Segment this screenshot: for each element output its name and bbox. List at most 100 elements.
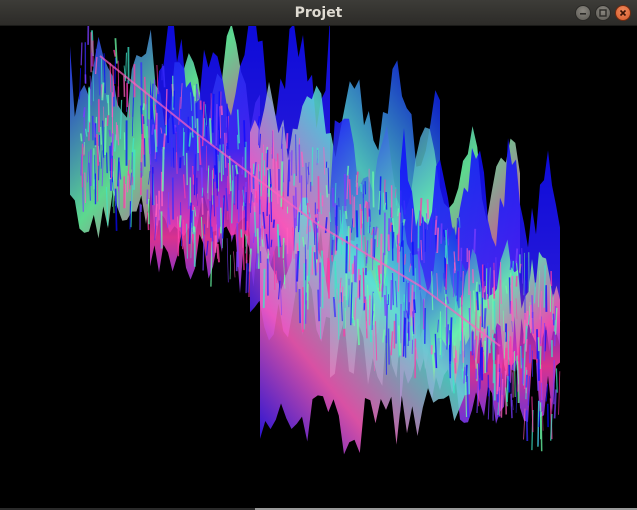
terrain-streak: [228, 155, 232, 192]
terrain-streak: [298, 212, 300, 233]
terrain-streak: [112, 67, 115, 97]
terrain-streak: [498, 386, 501, 417]
terrain-streak: [367, 216, 370, 234]
terrain-streak: [99, 126, 103, 145]
terrain-streak: [331, 187, 335, 207]
terrain-streak: [215, 104, 218, 146]
terrain-streak: [523, 312, 527, 344]
terrain-streak: [440, 316, 442, 359]
terrain-streak: [233, 159, 236, 205]
terrain-streak: [245, 259, 248, 294]
terrain-streak: [346, 165, 350, 176]
terrain-streak: [275, 270, 278, 284]
maximize-button[interactable]: [595, 5, 611, 21]
terrain-streak: [133, 149, 136, 190]
terrain-streak: [401, 222, 404, 247]
terrain-streak: [352, 317, 356, 326]
terrain-streak: [473, 228, 477, 253]
terrain-streak: [389, 222, 393, 233]
terrain-streak: [201, 187, 204, 197]
terrain-streak: [124, 183, 127, 209]
terrain-streak: [187, 185, 191, 210]
terrain-streak: [143, 138, 146, 167]
terrain-render: [70, 26, 561, 456]
terrain-streak: [209, 118, 213, 145]
terrain-streak: [104, 117, 107, 156]
terrain-streak: [272, 219, 276, 228]
terrain-streak: [154, 104, 157, 114]
terrain-streak: [123, 132, 126, 150]
terrain-streak: [496, 354, 500, 392]
terrain-streak: [213, 165, 217, 175]
title-bar[interactable]: Projet: [0, 0, 637, 26]
terrain-streak: [129, 201, 132, 230]
terrain-streak: [113, 49, 117, 57]
terrain-streak: [525, 339, 528, 352]
terrain-streak: [107, 94, 110, 116]
terrain-streak: [270, 239, 273, 248]
window-title: Projet: [294, 5, 343, 21]
terrain-streak: [511, 372, 513, 407]
terrain-streak: [191, 116, 194, 138]
terrain-streak: [357, 268, 360, 299]
terrain-streak: [331, 237, 334, 255]
terrain-streak: [260, 204, 263, 236]
terrain-streak: [216, 243, 220, 263]
terrain-streak: [288, 159, 291, 182]
terrain-streak: [237, 134, 239, 150]
terrain-streak: [161, 146, 165, 192]
terrain-streak: [436, 227, 440, 254]
terrain-streak: [473, 339, 476, 361]
terrain-streak: [355, 210, 359, 238]
terrain-streak: [216, 206, 219, 243]
minimize-button[interactable]: [575, 5, 591, 21]
minimize-icon: [580, 13, 586, 15]
terrain-mesh: [70, 26, 561, 456]
terrain-streak: [373, 239, 376, 258]
terrain-streak: [383, 294, 387, 316]
terrain-streak: [411, 241, 415, 276]
terrain-streak: [540, 382, 543, 407]
terrain-streak: [552, 313, 555, 326]
terrain-streak: [426, 199, 430, 219]
terrain-streak: [262, 268, 266, 309]
terrain-streak: [165, 88, 168, 126]
terrain-streak: [387, 328, 390, 365]
terrain-streak: [123, 75, 126, 97]
terrain-streak: [252, 188, 256, 213]
terrain-streak: [483, 285, 487, 293]
terrain-streak: [366, 201, 369, 223]
terrain-streak: [558, 371, 561, 415]
terrain-streak: [387, 234, 390, 251]
terrain-streak: [292, 195, 296, 229]
terrain-streak: [402, 218, 406, 226]
terrain-streak: [186, 152, 188, 186]
terrain-streak: [82, 107, 86, 118]
terrain-streak: [491, 333, 495, 360]
terrain-streak: [226, 238, 229, 283]
terrain-streak: [376, 228, 379, 248]
terrain-streak: [229, 254, 232, 280]
terrain-streak: [242, 233, 245, 271]
terrain-streak: [248, 254, 251, 298]
terrain-streak: [241, 156, 244, 175]
close-button[interactable]: [615, 5, 631, 21]
terrain-streak: [114, 57, 117, 85]
terrain-streak: [440, 223, 443, 244]
terrain-streak: [182, 132, 185, 156]
terrain-streak: [448, 344, 451, 379]
terrain-streak: [215, 146, 219, 189]
terrain-streak: [537, 351, 540, 381]
terrain-streak: [456, 271, 459, 302]
render-canvas[interactable]: [0, 26, 637, 510]
terrain-streak: [109, 62, 112, 93]
terrain-streak: [192, 226, 196, 233]
terrain-streak: [193, 139, 197, 175]
terrain-streak: [520, 345, 522, 369]
terrain-streak: [539, 346, 542, 370]
terrain-streak: [206, 210, 209, 228]
terrain-streak: [343, 295, 346, 329]
terrain-streak: [311, 147, 314, 186]
terrain-streak: [540, 411, 543, 452]
close-icon: [619, 9, 627, 17]
